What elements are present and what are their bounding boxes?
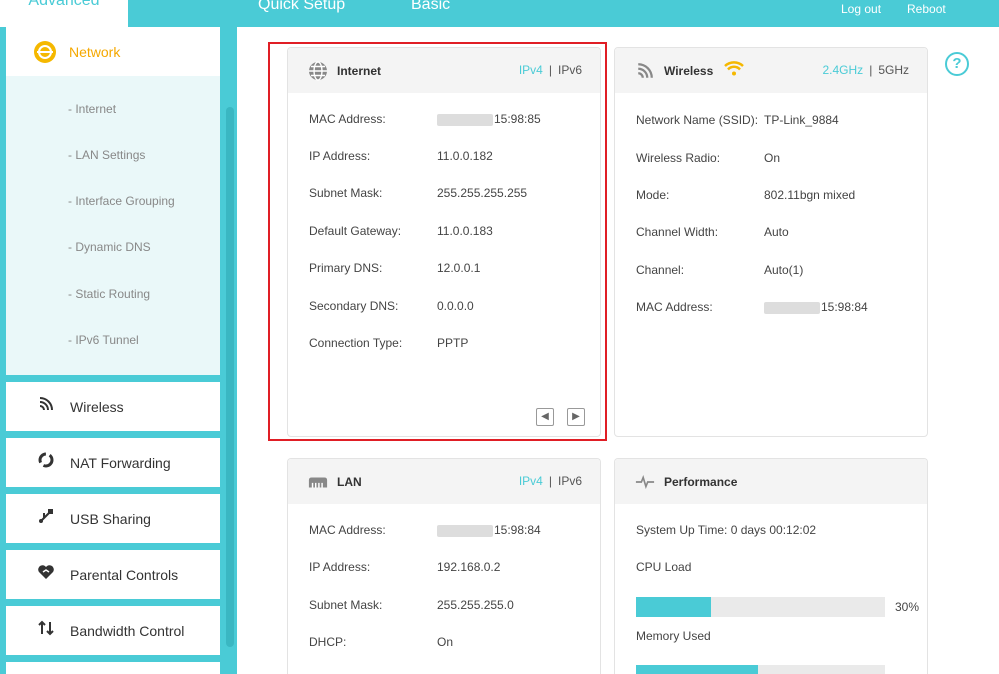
sidebar-item-label: Wireless bbox=[70, 398, 124, 415]
field-value: On bbox=[437, 635, 454, 649]
wireless-card: Wireless 2.4GHz | 5GHz Network Name (SSID)… bbox=[614, 47, 928, 437]
band-5ghz-toggle[interactable]: 5GHz bbox=[878, 63, 909, 77]
sidebar-item-label: USB Sharing bbox=[70, 510, 151, 527]
field-label: Channel Width: bbox=[636, 225, 719, 239]
reboot-link[interactable]: Reboot bbox=[907, 2, 946, 16]
cpu-load-fill bbox=[636, 597, 711, 617]
wireless-card-header: Wireless 2.4GHz | 5GHz bbox=[615, 48, 927, 93]
sidebar-subitem-interface-grouping[interactable]: - Interface Grouping bbox=[68, 194, 175, 208]
lan-card-header: LAN IPv4 | IPv6 bbox=[288, 459, 600, 504]
sidebar-subitem-internet[interactable]: - Internet bbox=[68, 102, 116, 116]
bandwidth-icon bbox=[34, 620, 58, 641]
field-label: MAC Address: bbox=[309, 523, 386, 537]
field-label: Wireless Radio: bbox=[636, 151, 721, 165]
sidebar-subitem-dynamic-dns[interactable]: - Dynamic DNS bbox=[68, 240, 151, 254]
field-value: TP-Link_9884 bbox=[764, 113, 839, 127]
sidebar-item-network[interactable]: Network bbox=[6, 27, 220, 76]
nat-icon bbox=[34, 452, 58, 473]
divider: | bbox=[548, 474, 552, 488]
field-label: DHCP: bbox=[309, 635, 347, 649]
mac-address-value: 15:98:84 bbox=[494, 523, 541, 537]
lan-card-title: LAN bbox=[337, 474, 362, 489]
sidebar-item-more[interactable] bbox=[6, 662, 220, 674]
pulse-icon bbox=[635, 472, 655, 492]
sidebar-subitem-ipv6-tunnel[interactable]: - IPv6 Tunnel bbox=[68, 333, 139, 347]
memory-used-label: Memory Used bbox=[636, 629, 711, 643]
usb-icon bbox=[34, 508, 58, 529]
field-value: 15:98:84 bbox=[437, 523, 541, 537]
field-value: 255.255.255.0 bbox=[437, 598, 514, 612]
field-value: 802.11bgn mixed bbox=[764, 188, 856, 202]
sidebar-subitem-static-routing[interactable]: - Static Routing bbox=[68, 287, 150, 301]
field-label: Mode: bbox=[636, 188, 670, 202]
sidebar-item-label: Network bbox=[69, 43, 121, 60]
field-label: Channel: bbox=[636, 263, 685, 277]
tab-basic[interactable]: Basic bbox=[411, 0, 450, 14]
redacted-block bbox=[764, 301, 820, 314]
field-value: On bbox=[764, 151, 781, 165]
performance-card-title: Performance bbox=[664, 474, 738, 489]
divider: | bbox=[869, 63, 873, 77]
field-value: Auto bbox=[764, 225, 789, 239]
tab-quick-setup[interactable]: Quick Setup bbox=[258, 0, 345, 14]
wifi-signal-icon bbox=[723, 60, 745, 81]
sidebar-item-label: NAT Forwarding bbox=[70, 454, 171, 471]
sidebar-subitem-lan-settings[interactable]: - LAN Settings bbox=[68, 148, 145, 162]
globe-icon bbox=[34, 40, 56, 63]
band-toggle: 2.4GHz | 5GHz bbox=[823, 63, 910, 77]
mac-address-value: 15:98:84 bbox=[821, 300, 868, 314]
lan-card: LAN IPv4 | IPv6 MAC Address: 15:98:84 IP A… bbox=[287, 458, 601, 674]
sidebar-network-group: Network - Internet - LAN Settings - Inte… bbox=[6, 27, 220, 375]
uptime-text: System Up Time: 0 days 00:12:02 bbox=[636, 523, 817, 537]
ipv4-toggle[interactable]: IPv4 bbox=[519, 474, 543, 488]
memory-used-fill bbox=[636, 665, 758, 674]
tab-advanced-label: Advanced bbox=[28, 0, 100, 9]
sidebar-item-nat-forwarding[interactable]: NAT Forwarding bbox=[6, 438, 220, 487]
field-label: Network Name (SSID): bbox=[636, 113, 759, 127]
cpu-load-label: CPU Load bbox=[636, 560, 692, 574]
sidebar-item-label: Parental Controls bbox=[70, 566, 179, 583]
sidebar-item-wireless[interactable]: Wireless bbox=[6, 382, 220, 431]
field-value: Auto(1) bbox=[764, 263, 804, 277]
field-label: IP Address: bbox=[309, 560, 371, 574]
memory-used-bar bbox=[636, 665, 885, 674]
sidebar-item-label: Bandwidth Control bbox=[70, 622, 185, 639]
redacted-block bbox=[437, 524, 493, 537]
lan-port-icon bbox=[308, 472, 328, 492]
band-24ghz-toggle[interactable]: 2.4GHz bbox=[823, 63, 864, 77]
wireless-card-title: Wireless bbox=[664, 63, 714, 78]
field-label: Subnet Mask: bbox=[309, 598, 383, 612]
heart-icon bbox=[34, 564, 58, 585]
field-label: MAC Address: bbox=[636, 300, 713, 314]
cpu-load-value: 30% bbox=[895, 600, 920, 614]
cpu-load-bar bbox=[636, 597, 885, 617]
highlight-box bbox=[268, 42, 607, 441]
logout-link[interactable]: Log out bbox=[841, 2, 881, 16]
top-navigation: Quick Setup Basic Advanced Log out Reboo… bbox=[0, 0, 999, 27]
wireless-icon bbox=[34, 396, 58, 417]
performance-card-header: Performance bbox=[615, 459, 927, 504]
help-icon[interactable]: ? bbox=[945, 52, 969, 76]
sidebar-item-parental-controls[interactable]: Parental Controls bbox=[6, 550, 220, 599]
protocol-toggle: IPv4 | IPv6 bbox=[519, 474, 582, 488]
sidebar-item-usb-sharing[interactable]: USB Sharing bbox=[6, 494, 220, 543]
sidebar-scrollbar[interactable] bbox=[226, 107, 234, 647]
wireless-icon bbox=[635, 61, 655, 81]
field-value: 192.168.0.2 bbox=[437, 560, 501, 574]
sidebar-item-bandwidth-control[interactable]: Bandwidth Control bbox=[6, 606, 220, 655]
sidebar: Network - Internet - LAN Settings - Inte… bbox=[0, 27, 234, 674]
ipv6-toggle[interactable]: IPv6 bbox=[558, 474, 582, 488]
logo bbox=[16, 0, 28, 7]
performance-card: Performance System Up Time: 0 days 00:12… bbox=[614, 458, 928, 674]
field-value: 15:98:84 bbox=[764, 300, 868, 314]
